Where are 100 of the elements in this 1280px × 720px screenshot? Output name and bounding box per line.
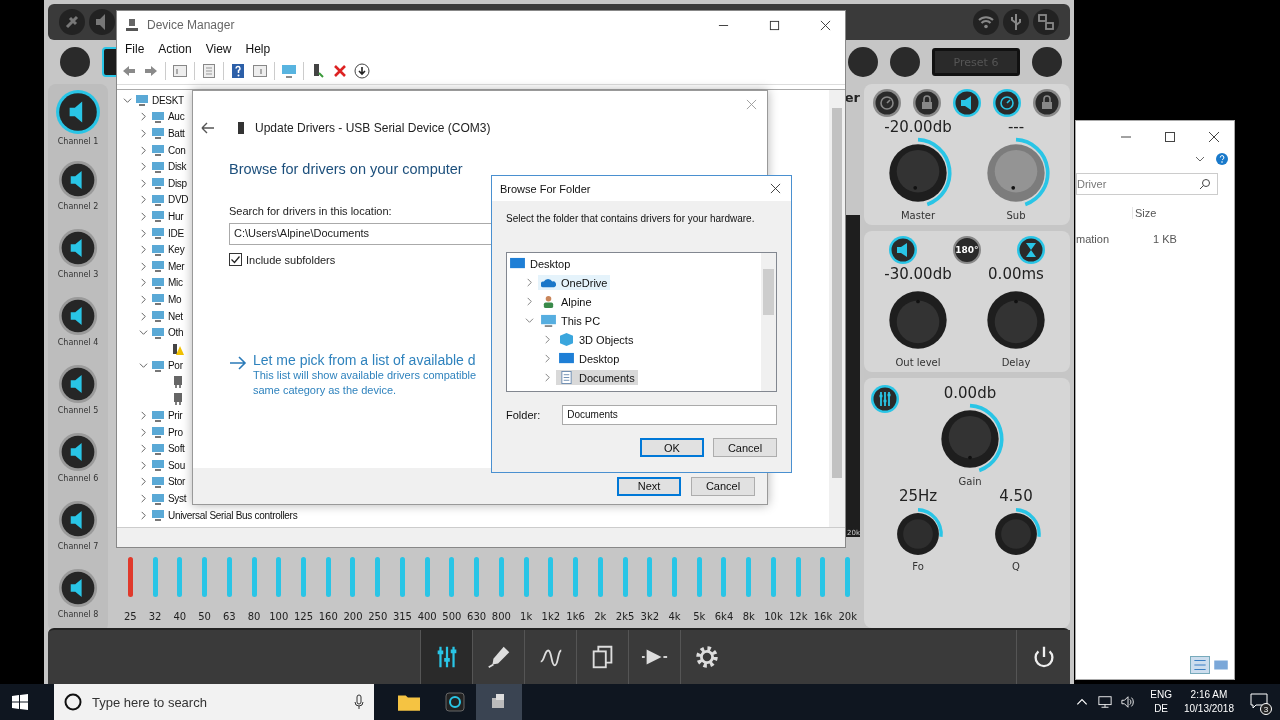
search-icon[interactable] xyxy=(1199,178,1211,190)
tree-item[interactable]: Hur xyxy=(168,210,184,222)
tree-item[interactable]: Soft xyxy=(168,443,185,455)
speaker-icon[interactable] xyxy=(887,235,918,265)
chevron-icon[interactable] xyxy=(543,354,552,363)
eq-slider[interactable] xyxy=(152,557,158,597)
channel-speaker-button[interactable] xyxy=(58,228,98,268)
power-button[interactable] xyxy=(1016,630,1070,684)
chevron-icon[interactable] xyxy=(139,311,148,321)
channel-speaker-button[interactable] xyxy=(55,89,101,135)
tree-item[interactable]: Batt xyxy=(168,128,185,139)
tree-item[interactable]: Por xyxy=(168,360,183,372)
maximize-icon[interactable] xyxy=(1164,131,1176,143)
folder-icon[interactable] xyxy=(398,692,420,712)
eq-slider[interactable] xyxy=(251,557,257,597)
eq-slider[interactable] xyxy=(350,557,356,597)
scrollbar[interactable] xyxy=(829,90,845,527)
close-icon[interactable] xyxy=(1208,131,1220,143)
chevron-icon[interactable] xyxy=(525,316,534,325)
tree-item[interactable]: Pro xyxy=(168,426,183,438)
clock-date[interactable]: 10/13/2018 xyxy=(1183,702,1234,716)
ok-button[interactable]: OK xyxy=(640,438,704,457)
chevron-icon[interactable] xyxy=(139,129,148,138)
eq-slider[interactable] xyxy=(424,557,430,597)
eq-slider[interactable] xyxy=(573,557,579,597)
menu-item[interactable]: Action xyxy=(158,42,192,56)
eq-slider[interactable] xyxy=(523,557,529,597)
usb-icon[interactable] xyxy=(1002,8,1030,36)
chevron-icon[interactable] xyxy=(139,195,148,205)
preset-slot[interactable] xyxy=(1032,47,1062,77)
channel-speaker-button[interactable] xyxy=(58,364,98,404)
chevron-icon[interactable] xyxy=(139,510,148,520)
back-arrow-icon[interactable] xyxy=(121,63,137,79)
eq-slider[interactable] xyxy=(548,557,554,597)
chevron-icon[interactable] xyxy=(139,460,148,470)
tree-item[interactable]: Net xyxy=(168,310,183,322)
tree-view-icon[interactable] xyxy=(172,63,188,79)
eq-slider[interactable] xyxy=(721,557,727,597)
eq-slider[interactable] xyxy=(622,557,628,597)
eq-slider[interactable] xyxy=(746,557,752,597)
channel-speaker-button[interactable] xyxy=(58,500,98,540)
chevron-icon[interactable] xyxy=(139,361,148,371)
folder-item[interactable]: This PC xyxy=(538,313,604,328)
chevron-icon[interactable] xyxy=(543,373,552,382)
search-field[interactable]: Driver xyxy=(1076,173,1218,195)
help-icon[interactable] xyxy=(230,63,246,79)
chevron-icon[interactable] xyxy=(543,335,552,344)
preset-slot[interactable] xyxy=(890,47,920,77)
gauge-icon[interactable] xyxy=(992,88,1022,118)
maximize-icon[interactable] xyxy=(769,19,780,31)
tree-item[interactable]: Con xyxy=(168,144,186,156)
chevron-icon[interactable] xyxy=(525,278,534,287)
folder-item[interactable]: 3D Objects xyxy=(556,332,637,347)
tree-item[interactable]: DESKT xyxy=(152,94,184,106)
chevron-icon[interactable] xyxy=(525,297,534,306)
monitor-icon[interactable] xyxy=(281,63,297,79)
eq-slider[interactable] xyxy=(375,557,381,597)
phase-button[interactable]: 180° xyxy=(953,236,981,264)
tree-item[interactable]: Disp xyxy=(168,177,187,189)
tree-item[interactable]: Prir xyxy=(168,410,183,422)
folder-item[interactable]: Desktop xyxy=(556,351,623,366)
notifications-icon[interactable] xyxy=(1250,693,1268,709)
eq-slider[interactable] xyxy=(672,557,677,597)
chevron-icon[interactable] xyxy=(123,95,132,105)
properties-icon[interactable] xyxy=(201,63,217,79)
chevron-icon[interactable] xyxy=(139,145,148,155)
lock-icon[interactable] xyxy=(912,88,942,118)
eq-slider[interactable] xyxy=(795,557,801,597)
eq-slider[interactable] xyxy=(177,557,183,597)
microphone-icon[interactable] xyxy=(354,694,364,710)
close-icon[interactable] xyxy=(770,183,781,194)
tree-item[interactable]: Syst xyxy=(168,493,187,505)
gauge-icon[interactable] xyxy=(872,88,902,118)
menu-item[interactable]: File xyxy=(125,42,145,56)
eq-slider[interactable] xyxy=(474,557,480,597)
volume-icon[interactable] xyxy=(1121,695,1136,709)
lock-icon[interactable] xyxy=(1032,88,1062,118)
chevron-icon[interactable] xyxy=(139,494,148,504)
preset-slot[interactable] xyxy=(848,47,878,77)
eq-slider[interactable] xyxy=(647,557,653,597)
eq-slider[interactable] xyxy=(597,557,603,597)
tree-item[interactable]: Oth xyxy=(168,327,184,339)
camera-app-icon[interactable] xyxy=(444,692,466,712)
tree-item[interactable]: Key xyxy=(168,244,185,256)
cancel-button[interactable]: Cancel xyxy=(713,438,777,457)
channel-speaker-button[interactable] xyxy=(58,432,98,472)
tree-item[interactable]: Universal Serial Bus controllers xyxy=(168,509,298,521)
back-icon[interactable] xyxy=(201,122,215,134)
preset-slot[interactable] xyxy=(60,47,90,77)
tree-item[interactable]: Mo xyxy=(168,293,182,305)
delete-icon[interactable] xyxy=(332,63,348,79)
chevron-icon[interactable] xyxy=(139,427,148,437)
eq-slider[interactable] xyxy=(845,557,851,597)
eq-slider[interactable] xyxy=(820,557,826,597)
chevron-icon[interactable] xyxy=(139,278,148,288)
tree-item[interactable]: Disk xyxy=(168,161,187,173)
chevron-icon[interactable] xyxy=(139,444,148,454)
eq-slider[interactable] xyxy=(301,557,306,597)
menu-item[interactable]: Help xyxy=(245,42,271,56)
folder-item[interactable]: OneDrive xyxy=(538,275,611,290)
